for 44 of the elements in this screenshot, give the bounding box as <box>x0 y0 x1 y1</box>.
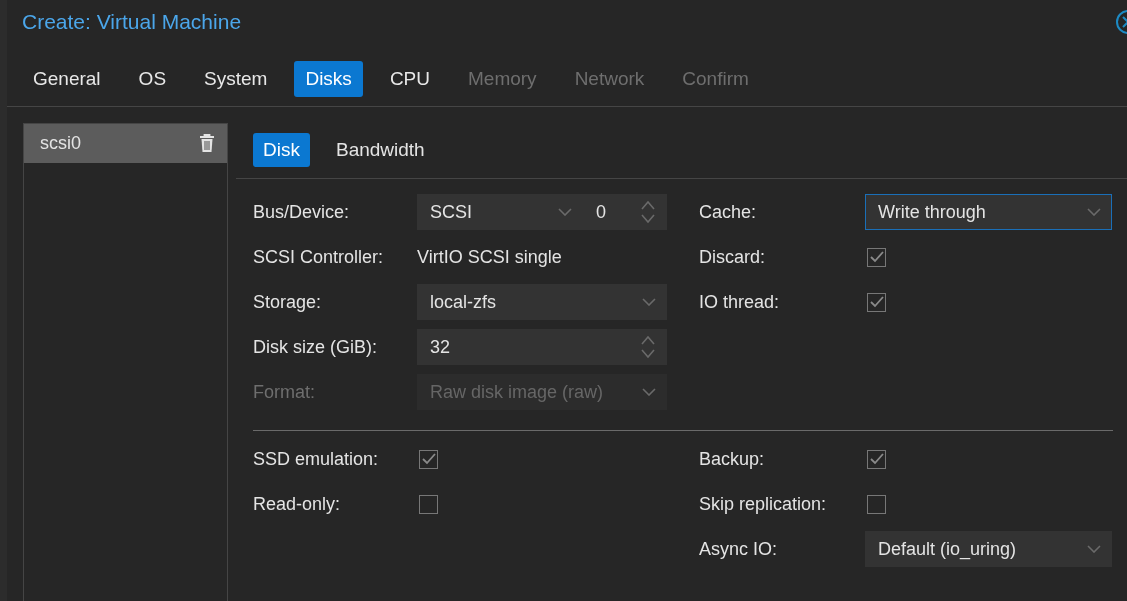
chevron-down-icon <box>1087 545 1101 553</box>
window-title: Create: Virtual Machine <box>22 10 242 34</box>
wizard-tab[interactable]: General <box>22 61 112 97</box>
checkbox[interactable] <box>867 292 886 312</box>
controller-value: VirtIO SCSI single <box>417 246 563 268</box>
wizard-tab[interactable]: Disks <box>294 61 363 97</box>
field-label: Async IO: <box>699 538 779 560</box>
disk-label: scsi0 <box>40 133 81 154</box>
wizard-tab[interactable]: OS <box>127 61 178 97</box>
device-number-field[interactable]: 0 <box>583 194 667 230</box>
checkbox[interactable] <box>419 449 438 469</box>
field-label: Discard: <box>699 246 766 268</box>
wizard-tab[interactable]: System <box>193 61 279 97</box>
field-label: Backup: <box>699 448 766 470</box>
field-label: Format: <box>253 381 316 403</box>
field-label: Bus/Device: <box>253 201 351 223</box>
checkbox[interactable] <box>867 494 886 514</box>
checkbox[interactable] <box>867 247 886 267</box>
dropdown-field[interactable]: local-zfs <box>417 284 667 320</box>
chevron-down-icon <box>642 388 656 396</box>
chevron-down-icon <box>642 298 656 306</box>
wizard-tab[interactable]: CPU <box>378 61 441 97</box>
field-label: Skip replication: <box>699 493 828 515</box>
field-label: Storage: <box>253 291 323 313</box>
number-field[interactable]: 32 <box>417 329 667 365</box>
field-label: Read-only: <box>253 493 342 515</box>
checkbox[interactable] <box>867 449 886 469</box>
bus-select[interactable]: SCSI <box>417 194 583 230</box>
dropdown-field[interactable]: Write through <box>865 194 1112 230</box>
field-label: IO thread: <box>699 291 781 313</box>
disk-list-item[interactable]: scsi0 <box>24 124 227 163</box>
chevron-down-icon <box>558 208 572 216</box>
spinner-arrows-icon[interactable] <box>640 199 656 225</box>
trash-icon[interactable] <box>199 134 215 153</box>
spinner-arrows-icon[interactable] <box>640 334 656 360</box>
subtab[interactable]: Bandwidth <box>325 133 435 167</box>
field-label: Cache: <box>699 201 758 223</box>
field-label: Disk size (GiB): <box>253 336 378 358</box>
field-label: SSD emulation: <box>253 448 380 470</box>
dropdown-field[interactable]: Default (io_uring) <box>865 531 1112 567</box>
subtab[interactable]: Disk <box>253 133 310 167</box>
field-label: SCSI Controller: <box>253 246 385 268</box>
chevron-down-icon <box>1087 208 1101 216</box>
checkbox[interactable] <box>419 494 438 514</box>
